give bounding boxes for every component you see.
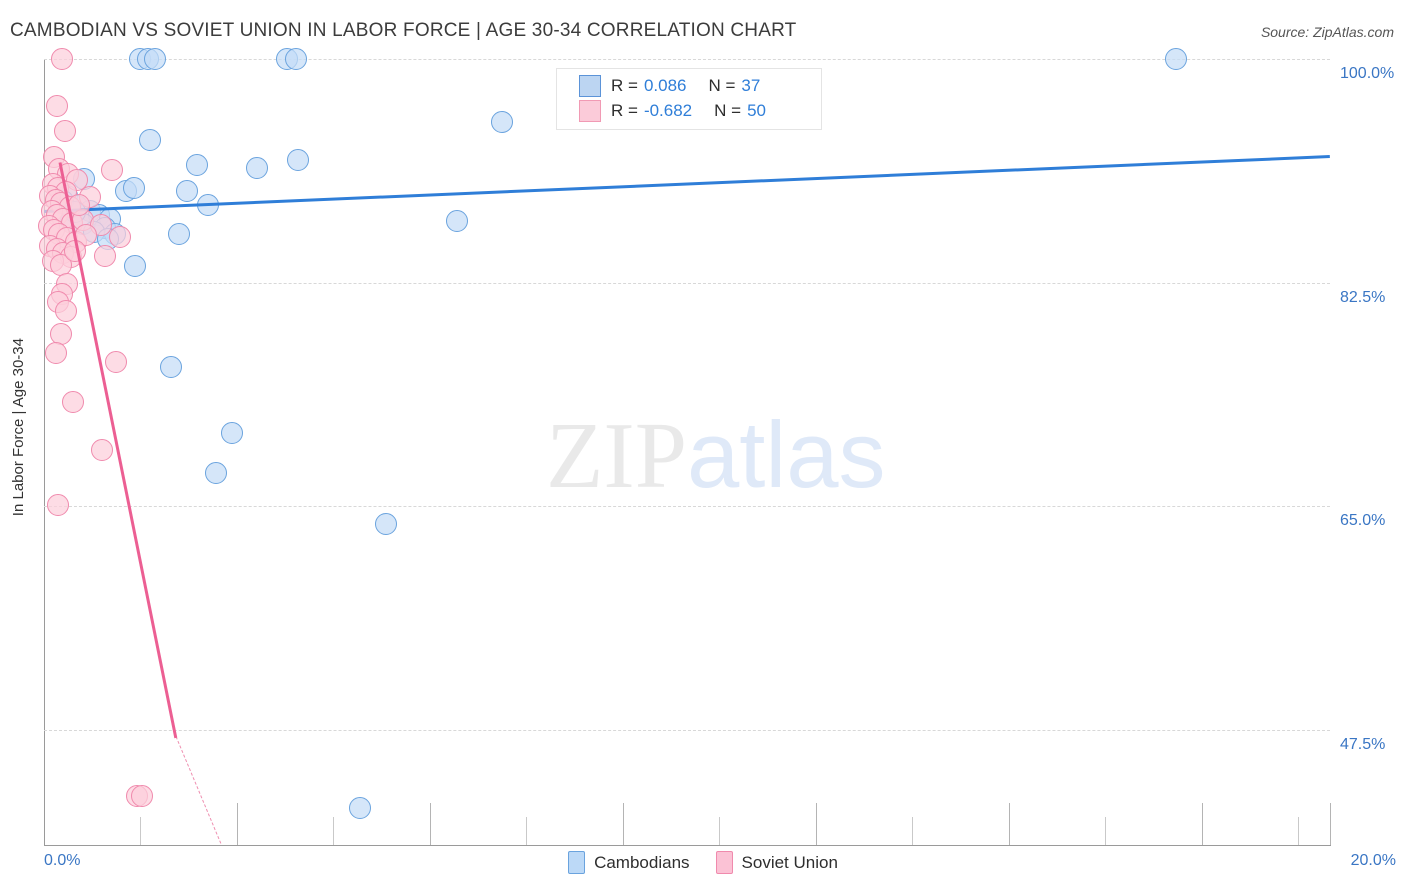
scatter-point-soviet-union[interactable] [90,439,113,462]
scatter-point-soviet-union[interactable] [44,341,67,364]
scatter-point-cambodians[interactable] [220,422,243,445]
scatter-point-cambodians[interactable] [139,128,162,151]
x-axis-tick [236,803,238,845]
series-legend-item-soviet-union[interactable]: Soviet Union [715,851,838,874]
trend-line-cambodians [43,154,1331,213]
scatter-point-cambodians[interactable] [186,154,209,177]
legend-n-key-pink: N = [714,101,742,120]
x-axis-tick [140,817,142,845]
x-axis-tick [526,817,528,845]
gridline [44,506,1330,508]
scatter-point-soviet-union[interactable] [51,48,73,70]
x-axis-tick [622,803,624,845]
legend-row-soviet-union: R = -0.682 N = 50 [579,98,766,124]
page-title: CAMBODIAN VS SOVIET UNION IN LABOR FORCE… [10,20,797,41]
scatter-point-cambodians[interactable] [168,223,191,246]
series-label-soviet-union: Soviet Union [741,852,838,872]
x-axis-line [44,845,1331,846]
watermark-zip: ZIP [546,404,687,508]
scatter-point-soviet-union[interactable] [54,299,77,322]
legend-swatch-pink [579,100,601,122]
x-axis-tick [1008,803,1010,845]
scatter-point-cambodians[interactable] [245,156,268,179]
legend-n-key-blue: N = [708,76,736,95]
series-swatch-cambodians [568,851,586,874]
scatter-point-soviet-union[interactable] [45,95,68,118]
x-axis-tick [429,803,431,845]
scatter-point-cambodians[interactable] [286,148,309,171]
scatter-point-cambodians[interactable] [175,179,198,202]
scatter-point-cambodians[interactable] [123,177,146,200]
watermark: ZIPatlas [546,408,886,504]
scatter-point-cambodians[interactable] [490,110,513,133]
watermark-atlas: atlas [687,402,886,507]
series-legend: Cambodians Soviet Union [0,851,1406,874]
scatter-point-cambodians[interactable] [375,513,398,536]
series-swatch-soviet-union [715,851,733,874]
legend-r-key-blue: R = [611,76,638,95]
source-attribution: Source: ZipAtlas.com [1260,24,1394,40]
trend-line-soviet-union [58,162,178,739]
scatter-point-soviet-union[interactable] [105,350,128,373]
y-axis-tick-label: 82.5% [1340,288,1386,306]
gridline [44,59,1330,60]
scatter-point-soviet-union[interactable] [47,494,70,517]
legend-swatch-blue [579,75,601,97]
series-legend-item-cambodians[interactable]: Cambodians [568,851,690,874]
scatter-point-cambodians[interactable] [285,48,308,70]
gridline [44,282,1330,284]
correlation-legend: R = 0.086 N = 37 R = -0.682 N = 50 [556,68,822,130]
y-axis-tick-label: 47.5% [1340,735,1386,753]
scatter-point-soviet-union[interactable] [53,119,76,142]
scatter-point-soviet-union[interactable] [100,159,123,182]
scatter-point-cambodians[interactable] [349,796,372,819]
legend-n-value-blue: 37 [741,76,761,95]
legend-r-key-pink: R = [611,101,638,120]
scatter-point-soviet-union[interactable] [130,785,153,808]
scatter-point-soviet-union[interactable] [94,244,117,267]
x-axis-tick [1105,817,1107,845]
scatter-point-cambodians[interactable] [143,48,166,70]
y-axis-tick-label: 65.0% [1340,512,1386,530]
x-axis-tick [719,817,721,845]
scatter-point-cambodians[interactable] [1164,48,1187,70]
chart-page: CAMBODIAN VS SOVIET UNION IN LABOR FORCE… [0,0,1406,892]
x-axis-tick [333,817,335,845]
x-axis-tick [1201,803,1203,845]
scatter-point-cambodians[interactable] [445,210,468,233]
scatter-point-cambodians[interactable] [205,462,228,485]
scatter-point-cambodians[interactable] [124,255,147,278]
y-axis-tick-label: 100.0% [1340,65,1395,82]
gridline [44,729,1330,731]
scatter-point-soviet-union[interactable] [108,225,131,248]
series-label-cambodians: Cambodians [594,852,690,872]
trend-line-extension-soviet-union [175,736,222,845]
x-axis-tick [815,803,817,845]
legend-r-value-blue: 0.086 [643,76,687,95]
plot-area: ZIPatlas [38,48,1331,845]
scatter-point-cambodians[interactable] [160,356,183,378]
legend-r-value-pink: -0.682 [643,101,693,120]
x-axis-tick [912,817,914,845]
x-axis-tick [1298,817,1300,845]
x-axis-tick [1330,803,1331,845]
legend-row-cambodians: R = 0.086 N = 37 [579,73,760,99]
legend-n-value-pink: 50 [747,101,766,120]
scatter-point-soviet-union[interactable] [61,390,84,413]
y-axis-title: In Labor Force | Age 30-34 [10,338,27,517]
